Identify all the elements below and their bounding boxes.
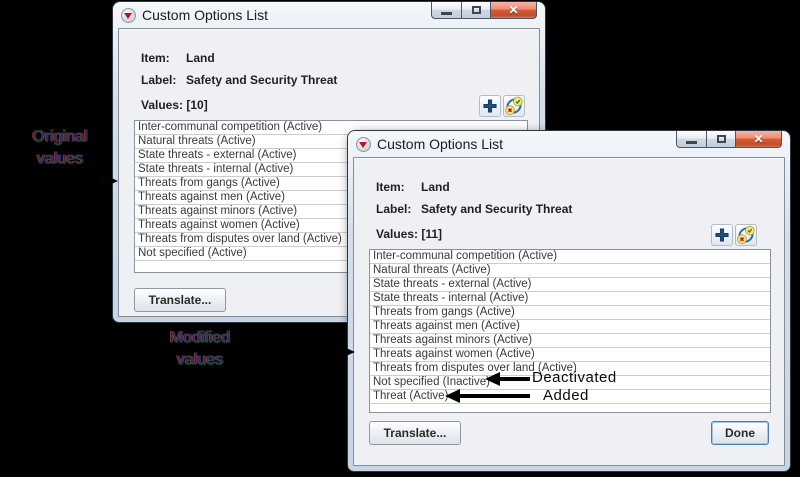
- minimize-icon: [686, 141, 697, 144]
- app-icon[interactable]: [121, 8, 136, 23]
- item-value: Land: [186, 51, 215, 65]
- maximize-icon: [717, 135, 726, 143]
- close-button[interactable]: ✕: [736, 131, 782, 148]
- list-item[interactable]: Threats against women (Active): [370, 348, 770, 362]
- done-button[interactable]: Done: [711, 421, 769, 445]
- minimize-button[interactable]: [676, 131, 706, 148]
- titlebar[interactable]: Custom Options List ✕: [353, 131, 785, 157]
- annotation-added: Added: [543, 387, 589, 404]
- arrow-to-original-window: [100, 173, 118, 189]
- label-value: Safety and Security Threat: [186, 73, 337, 87]
- annotation-deactivated: Deactivated: [532, 369, 617, 386]
- close-button[interactable]: ✕: [491, 2, 537, 19]
- label-value: Safety and Security Threat: [421, 202, 572, 216]
- close-icon: ✕: [753, 132, 763, 147]
- list-item[interactable]: Natural threats (Active): [370, 264, 770, 278]
- dialog-content: Item: Land Label: Safety and Security Th…: [353, 157, 785, 466]
- list-item[interactable]: Threats from gangs (Active): [370, 306, 770, 320]
- item-label: Item:: [141, 51, 170, 65]
- arrow-added: [460, 394, 530, 398]
- values-count-label: Values: [10]: [141, 98, 208, 112]
- annotation-modified-values: Modified values: [133, 327, 267, 371]
- list-item[interactable]: Inter-communal competition (Active): [370, 250, 770, 264]
- list-item[interactable]: State threats - internal (Active): [370, 292, 770, 306]
- window-controls: ✕: [431, 2, 537, 19]
- arrow-to-modified-window: [337, 344, 355, 360]
- item-label: Item:: [376, 180, 405, 194]
- maximize-button[interactable]: [461, 2, 491, 19]
- annotation-line: Modified: [133, 327, 267, 349]
- add-value-button[interactable]: [711, 224, 733, 246]
- toggle-active-button[interactable]: [503, 95, 525, 117]
- activate-deactivate-icon: [736, 225, 756, 245]
- translate-button[interactable]: Translate...: [134, 288, 226, 312]
- annotation-line: values: [8, 148, 112, 170]
- list-item[interactable]: Threats against minors (Active): [370, 334, 770, 348]
- label-label: Label:: [141, 73, 176, 87]
- annotation-line: Original: [8, 126, 112, 148]
- plus-icon: [481, 97, 499, 115]
- maximize-icon: [472, 6, 481, 14]
- minimize-icon: [441, 12, 452, 15]
- annotation-original-values: Original values: [8, 126, 112, 170]
- window-controls: ✕: [676, 131, 782, 148]
- values-count-label: Values: [11]: [376, 227, 442, 241]
- translate-button[interactable]: Translate...: [369, 421, 461, 445]
- window-title: Custom Options List: [377, 136, 503, 152]
- arrow-deactivated: [500, 377, 530, 381]
- maximize-button[interactable]: [706, 131, 736, 148]
- list-item[interactable]: Threats against men (Active): [370, 320, 770, 334]
- annotation-line: values: [133, 349, 267, 371]
- titlebar[interactable]: Custom Options List ✕: [118, 2, 540, 28]
- label-label: Label:: [376, 202, 411, 216]
- app-icon[interactable]: [356, 137, 371, 152]
- minimize-button[interactable]: [431, 2, 461, 19]
- add-value-button[interactable]: [479, 95, 501, 117]
- item-value: Land: [421, 180, 450, 194]
- dialog-custom-options-modified: Custom Options List ✕ Item: Land Label: …: [348, 131, 790, 471]
- plus-icon: [713, 226, 731, 244]
- window-title: Custom Options List: [142, 7, 268, 23]
- toggle-active-button[interactable]: [735, 224, 757, 246]
- close-icon: ✕: [508, 3, 518, 18]
- list-item[interactable]: State threats - external (Active): [370, 278, 770, 292]
- activate-deactivate-icon: [504, 96, 524, 116]
